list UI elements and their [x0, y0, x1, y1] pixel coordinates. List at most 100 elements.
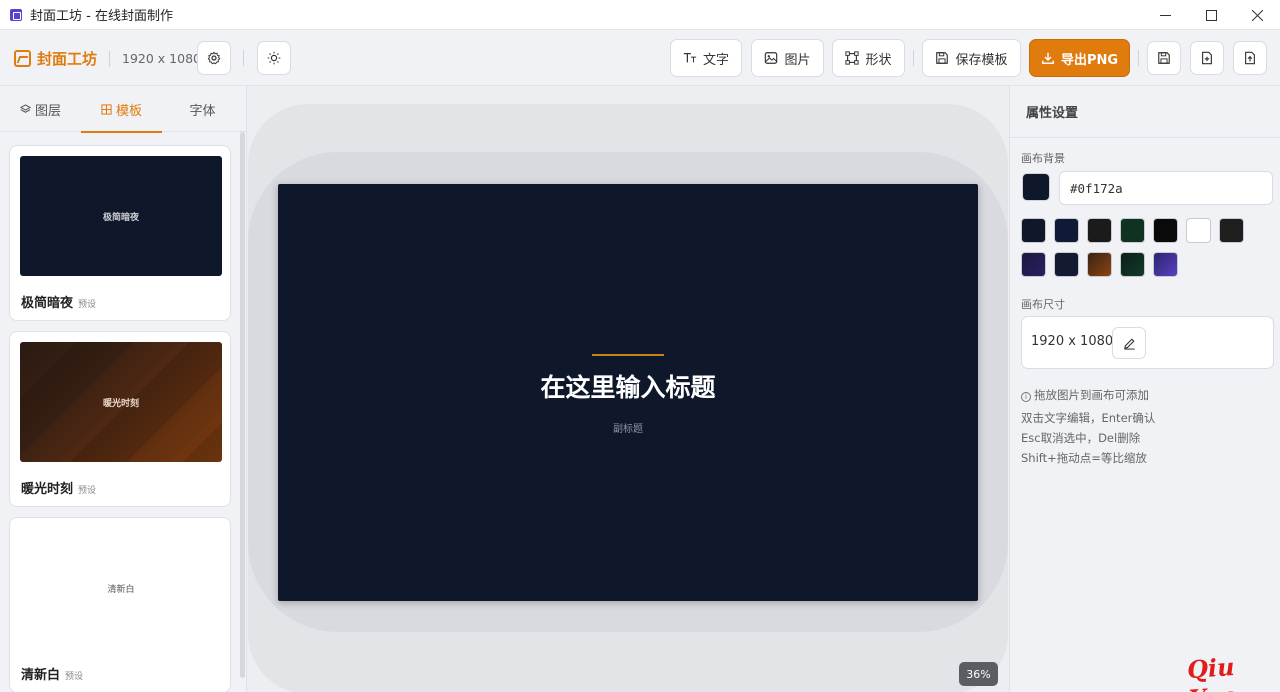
- canvas-background-label: 画布背景: [1021, 152, 1065, 165]
- maximize-icon: [1205, 9, 1217, 21]
- divider: [913, 50, 914, 66]
- color-swatch[interactable]: [1054, 252, 1079, 277]
- tab-fonts-label: 字体: [189, 103, 216, 119]
- hint-proportional-scale: Shift+拖动点=等比缩放: [1021, 451, 1147, 465]
- tab-templates-label: 模板: [115, 103, 142, 119]
- design-canvas[interactable]: 在这里输入标题 副标题: [278, 184, 978, 601]
- open-file-button[interactable]: [1233, 41, 1267, 75]
- template-tag: 预设: [78, 486, 97, 496]
- background-hex-input[interactable]: #0f172a: [1059, 171, 1273, 205]
- add-shape-button[interactable]: 形状: [832, 39, 905, 77]
- tab-templates[interactable]: 模板: [81, 86, 162, 133]
- canvas-accent-line[interactable]: [592, 354, 664, 356]
- template-thumb-text: 清新白: [107, 584, 135, 595]
- template-name-text: 暖光时刻: [21, 482, 74, 497]
- template-thumbnail: 清新白: [20, 528, 222, 648]
- template-name: 清新白 预设: [21, 664, 83, 683]
- save-template-label: 保存模板: [955, 52, 1008, 68]
- layers-icon: [19, 103, 31, 113]
- save-icon: [936, 52, 949, 64]
- template-name: 暖光时刻 预设: [21, 478, 96, 497]
- shape-icon: [845, 51, 860, 65]
- template-tag: 预设: [78, 300, 97, 310]
- canvas-size-label: 1920 x 1080: [122, 51, 201, 66]
- add-text-label: 文字: [702, 52, 729, 68]
- close-button[interactable]: [1234, 0, 1280, 30]
- color-swatch[interactable]: [1054, 218, 1079, 243]
- settings-button[interactable]: [197, 41, 231, 75]
- tab-layers[interactable]: 图层: [0, 86, 81, 132]
- save-icon: [1158, 52, 1170, 64]
- minimize-button[interactable]: [1142, 0, 1188, 30]
- brand-name: 封面工坊: [37, 50, 98, 68]
- color-swatch[interactable]: [1186, 218, 1211, 243]
- color-swatch[interactable]: [1153, 218, 1178, 243]
- template-thumb-text: 暖光时刻: [102, 398, 139, 409]
- template-card-fresh-white[interactable]: 清新白 清新白 预设: [9, 517, 231, 692]
- watermark-signature: Qiu Yue: [1186, 651, 1238, 692]
- template-card-warm-light[interactable]: 暖光时刻 暖光时刻 预设: [9, 331, 231, 507]
- canvas-stage: 在这里输入标题 副标题 36%: [248, 86, 1008, 692]
- template-thumbnail: 极简暗夜: [20, 156, 222, 276]
- template-name: 极简暗夜 预设: [21, 292, 96, 311]
- add-shape-label: 形状: [865, 52, 892, 68]
- divider: [1138, 50, 1139, 66]
- color-swatch[interactable]: [1153, 252, 1178, 277]
- color-swatch[interactable]: [1120, 218, 1145, 243]
- divider: [243, 50, 244, 66]
- template-card-minimal-night[interactable]: 极简暗夜 极简暗夜 预设: [9, 145, 231, 321]
- color-swatch[interactable]: [1219, 218, 1244, 243]
- sun-icon: [267, 51, 281, 65]
- properties-header: 属性设置: [1010, 86, 1280, 138]
- pencil-icon: [1123, 337, 1135, 350]
- hint-edit-text: 双击文字编辑，Enter确认: [1021, 411, 1156, 425]
- hint-cancel-delete: Esc取消选中，Del删除: [1021, 431, 1141, 445]
- maximize-button[interactable]: [1188, 0, 1234, 30]
- grid-icon: [101, 103, 112, 115]
- brand: 封面工坊 1920 x 1080: [14, 48, 201, 69]
- add-text-button[interactable]: 文字: [670, 39, 742, 77]
- template-thumb-text: 极简暗夜: [102, 212, 139, 223]
- text-icon: [683, 53, 697, 63]
- canvas-size-section-label: 画布尺寸: [1021, 298, 1065, 311]
- edit-size-button[interactable]: [1112, 327, 1146, 359]
- color-swatch[interactable]: [1087, 252, 1112, 277]
- color-swatch[interactable]: [1087, 218, 1112, 243]
- canvas-size-value: 1920 x 1080: [1031, 334, 1114, 349]
- tab-fonts[interactable]: 字体: [162, 86, 243, 132]
- info-icon: i: [1021, 392, 1031, 402]
- template-tag: 预设: [65, 672, 84, 682]
- tab-layers-label: 图层: [34, 103, 61, 119]
- canvas-title-text[interactable]: 在这里输入标题: [278, 368, 978, 404]
- file-plus-icon: [1202, 51, 1212, 65]
- image-icon: [765, 52, 778, 64]
- minimize-icon: [1159, 14, 1171, 16]
- template-list-scrollbar[interactable]: [240, 132, 245, 678]
- new-file-button[interactable]: [1190, 41, 1224, 75]
- hint-text: 拖放图片到画布可添加: [1034, 388, 1149, 402]
- template-name-text: 清新白: [21, 668, 61, 683]
- app-icon: [10, 8, 22, 21]
- window-title: 封面工坊 - 在线封面制作: [30, 9, 173, 24]
- divider: [109, 50, 111, 67]
- export-png-label: 导出PNG: [1060, 52, 1119, 68]
- color-swatch[interactable]: [1021, 252, 1046, 277]
- download-icon: [1042, 52, 1054, 64]
- main-toolbar: 封面工坊 1920 x 1080 文字 图片 形状 保存模板 导出PNG: [0, 30, 1280, 86]
- file-upload-icon: [1245, 51, 1255, 65]
- export-png-button[interactable]: 导出PNG: [1029, 39, 1130, 77]
- current-background-swatch[interactable]: [1022, 173, 1050, 201]
- zoom-level-badge: 36%: [959, 662, 998, 686]
- gear-icon: [207, 51, 221, 65]
- save-file-button[interactable]: [1147, 41, 1181, 75]
- color-swatch[interactable]: [1120, 252, 1145, 277]
- hint-drop-image: i 拖放图片到画布可添加: [1021, 387, 1149, 403]
- window-controls: [1142, 0, 1280, 30]
- canvas-subtitle-text[interactable]: 副标题: [278, 420, 978, 435]
- save-template-button[interactable]: 保存模板: [922, 39, 1021, 77]
- left-panel: 图层 模板 字体 极简暗夜 极简暗夜 预设 暖光时刻 暖光时刻 预设 清新白 清新白…: [0, 86, 247, 692]
- properties-panel: 属性设置 画布背景 #0f172a 画布尺寸 1920 x 1080 i 拖放图片…: [1009, 86, 1280, 692]
- theme-toggle-button[interactable]: [257, 41, 291, 75]
- add-image-button[interactable]: 图片: [751, 39, 824, 77]
- color-swatch[interactable]: [1021, 218, 1046, 243]
